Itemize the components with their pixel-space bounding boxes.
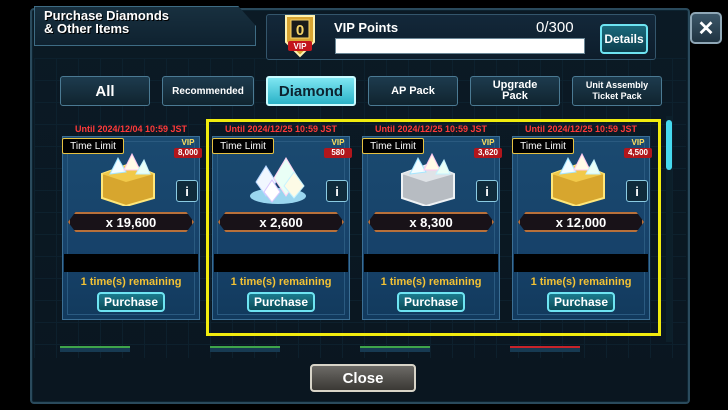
next-row-peek (360, 346, 430, 352)
scrollbar[interactable] (666, 116, 672, 342)
price-strip (64, 254, 198, 272)
vip-progress-bar (335, 38, 585, 54)
vip-points-tag: VIP 8,000 (174, 138, 202, 162)
vip-tag-label: VIP (181, 138, 195, 147)
tab-recommended[interactable]: Recommended (162, 76, 254, 106)
title-line-2: & Other Items (44, 21, 130, 36)
vip-points-label: VIP Points (334, 20, 399, 35)
tab-ap-pack[interactable]: AP Pack (368, 76, 458, 106)
vip-badge-level: 0 (296, 22, 304, 39)
vip-points-count: 0/300 (536, 19, 574, 36)
close-button[interactable]: Close (310, 364, 416, 392)
info-button[interactable]: i (176, 180, 198, 202)
card-until-date: Until 2024/12/04 10:59 JST (74, 124, 188, 134)
details-button[interactable]: Details (600, 24, 648, 54)
next-row-peek (210, 346, 280, 352)
gold-crate-diamonds-icon (101, 152, 155, 206)
next-row-peek (510, 346, 580, 352)
tab-all[interactable]: All (60, 76, 150, 106)
remaining-count: 1 time(s) remaining (80, 276, 182, 288)
scrollbar-thumb[interactable] (666, 120, 672, 170)
tab-upgrade-pack[interactable]: Upgrade Pack (470, 76, 560, 106)
vip-badge-text: VIP (294, 42, 308, 51)
vip-tag-value: 8,000 (174, 148, 202, 158)
selection-highlight (206, 119, 661, 336)
tab-unit-assembly-ticket-pack[interactable]: Unit Assembly Ticket Pack (572, 76, 662, 106)
close-icon[interactable]: ✕ (690, 12, 722, 44)
diamond-quantity: x 19,600 (68, 212, 194, 232)
vip-shield-icon: 0 VIP (285, 15, 315, 58)
tab-diamond[interactable]: Diamond (266, 76, 356, 106)
purchase-button[interactable]: Purchase (97, 292, 165, 312)
next-row-peek (60, 346, 130, 352)
dialog-title: Purchase Diamonds & Other Items (44, 9, 244, 35)
